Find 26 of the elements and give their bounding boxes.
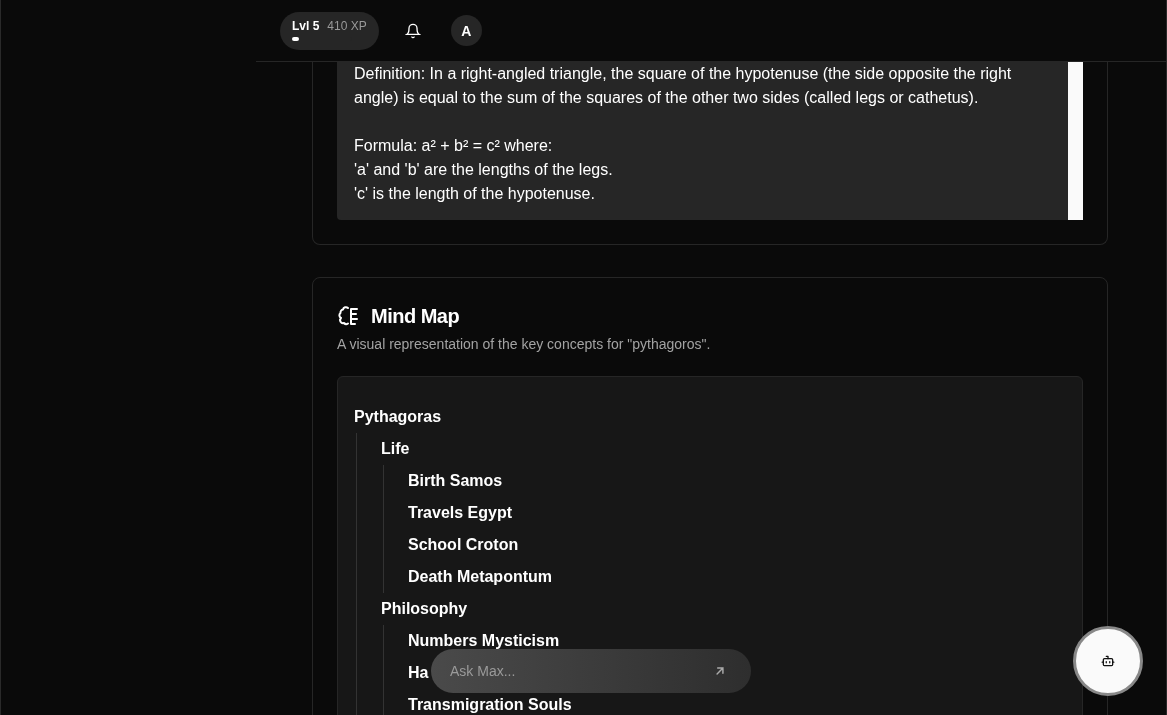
user-avatar[interactable]: A [450,15,482,46]
xp-count: 410 XP [327,18,367,33]
node-label: Philosophy [381,599,468,619]
definition-text: 'c' is the length of the hypotenuse. [354,184,596,204]
node-label: Life [381,439,410,459]
level-badge[interactable]: Lvl 5 410 XP [280,11,379,50]
level-label: Lvl 5 [292,18,320,33]
robot-icon [1101,654,1115,668]
node-label: Death Metapontum [408,567,552,587]
node-label: Numbers Mysticism [408,631,560,651]
definition-text: Formula: a² + b² = c² where: [354,136,554,156]
node-label: Travels Egypt [408,503,513,523]
mind-map-description: A visual representation of the key concepts for "pythagoros". [337,336,712,352]
node-label: School Croton [408,535,519,555]
node-label: Ha [408,663,429,683]
node-label: Birth Samos [408,471,503,491]
scrollbar-thumb[interactable] [1068,62,1083,220]
ask-field-box[interactable]: Ask Max... [431,649,751,693]
node-label: Pythagoras [354,407,442,427]
mind-map-title: Mind Map [371,304,460,328]
definition-text: 'a' and 'b' are the lengths of the legs. [354,160,614,180]
notification-bell-icon[interactable] [404,22,421,39]
brain-icon [337,304,361,328]
ask-field[interactable]: Ask Max... [448,662,713,680]
node-label: Transmigration Souls [408,695,572,715]
definition-text: Definition: In a right-angled triangle, the square of the hypotenuse (the side opposite the right angle) is equal to the sum of the squares of the other two sides (called legs or cathetus). [354,64,1013,108]
